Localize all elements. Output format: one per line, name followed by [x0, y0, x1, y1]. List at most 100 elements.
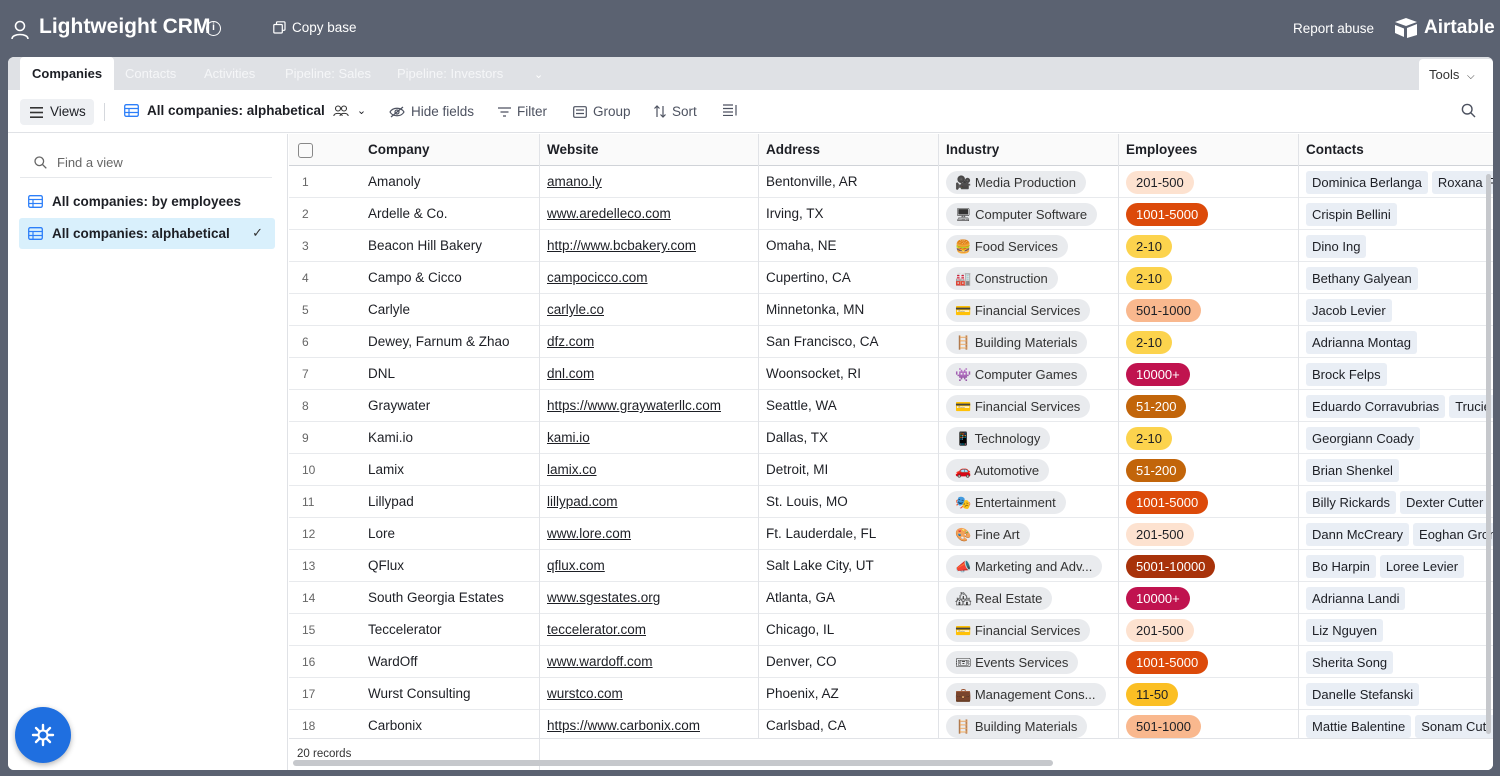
website-cell[interactable]: www.aredelleco.com: [547, 198, 671, 230]
website-link[interactable]: https://www.graywaterllc.com: [547, 398, 721, 413]
industry-cell[interactable]: 🎨 Fine Art: [946, 518, 1030, 550]
website-cell[interactable]: teccelerator.com: [547, 614, 646, 646]
company-cell[interactable]: Amanoly: [368, 166, 421, 198]
contact-chip[interactable]: Jacob Levier: [1306, 298, 1392, 322]
contact-chip[interactable]: Liz Nguyen: [1306, 618, 1384, 642]
website-link[interactable]: lillypad.com: [547, 494, 618, 509]
contacts-cell[interactable]: Eduardo Corravubrias Trucie: [1306, 390, 1493, 422]
industry-cell[interactable]: 🪜 Building Materials: [946, 326, 1088, 358]
contact-chip[interactable]: Dominica Berlanga: [1306, 170, 1428, 194]
employees-cell[interactable]: 1001-5000: [1126, 646, 1209, 678]
company-cell[interactable]: WardOff: [368, 646, 418, 678]
industry-cell[interactable]: 💳 Financial Services: [946, 294, 1091, 326]
select-all-checkbox[interactable]: [298, 143, 313, 158]
contacts-cell[interactable]: Brock Felps: [1306, 358, 1391, 390]
website-cell[interactable]: qflux.com: [547, 550, 605, 582]
company-cell[interactable]: Graywater: [368, 390, 430, 422]
industry-cell[interactable]: 📱 Technology: [946, 422, 1051, 454]
current-view-switcher[interactable]: All companies: alphabetical ⌄: [124, 103, 366, 118]
contact-chip[interactable]: Bo Harpin: [1306, 554, 1376, 578]
website-cell[interactable]: https://www.graywaterllc.com: [547, 390, 721, 422]
contacts-cell[interactable]: Dominica Berlanga Roxana F: [1306, 166, 1493, 198]
website-link[interactable]: qflux.com: [547, 558, 605, 573]
row-height-button[interactable]: [723, 104, 738, 116]
employees-cell[interactable]: 1001-5000: [1126, 198, 1209, 230]
contacts-cell[interactable]: Adrianna Montag: [1306, 326, 1421, 358]
address-cell[interactable]: Denver, CO: [766, 646, 837, 678]
group-button[interactable]: Group: [573, 104, 631, 119]
website-link[interactable]: teccelerator.com: [547, 622, 646, 637]
sort-button[interactable]: Sort: [654, 104, 697, 119]
address-cell[interactable]: Irving, TX: [766, 198, 824, 230]
website-link[interactable]: dnl.com: [547, 366, 594, 381]
contacts-cell[interactable]: Bethany Galyean: [1306, 262, 1422, 294]
table-row[interactable]: 2 Ardelle & Co. www.aredelleco.com Irving, …: [289, 198, 1493, 230]
address-cell[interactable]: Dallas, TX: [766, 422, 828, 454]
report-abuse-link[interactable]: Report abuse: [1293, 21, 1374, 36]
info-icon[interactable]: i: [206, 21, 221, 36]
employees-cell[interactable]: 2-10: [1126, 326, 1173, 358]
company-cell[interactable]: Teccelerator: [368, 614, 442, 646]
base-title[interactable]: Lightweight CRM: [39, 15, 210, 39]
website-cell[interactable]: wurstco.com: [547, 678, 623, 710]
employees-cell[interactable]: 2-10: [1126, 262, 1173, 294]
employees-cell[interactable]: 501-1000: [1126, 294, 1201, 326]
contacts-cell[interactable]: Crispin Bellini: [1306, 198, 1401, 230]
column-header-employees[interactable]: Employees: [1126, 134, 1197, 166]
table-row[interactable]: 8 Graywater https://www.graywaterllc.com Se…: [289, 390, 1493, 422]
address-cell[interactable]: Cupertino, CA: [766, 262, 851, 294]
website-cell[interactable]: carlyle.co: [547, 294, 604, 326]
address-cell[interactable]: St. Louis, MO: [766, 486, 848, 518]
industry-cell[interactable]: 🏭 Construction: [946, 262, 1058, 294]
industry-cell[interactable]: 🚗 Automotive: [946, 454, 1050, 486]
contact-chip[interactable]: Roxana F: [1431, 170, 1493, 194]
website-cell[interactable]: www.sgestates.org: [547, 582, 660, 614]
industry-cell[interactable]: 💳 Financial Services: [946, 390, 1091, 422]
website-link[interactable]: wurstco.com: [547, 686, 623, 701]
tab-activities[interactable]: Activities: [204, 57, 255, 90]
table-row[interactable]: 9 Kami.io kami.io Dallas, TX 📱 Technology 2-1…: [289, 422, 1493, 454]
industry-cell[interactable]: 📣 Marketing and Adv...: [946, 550, 1103, 582]
contact-chip[interactable]: Sonam Cutt: [1415, 714, 1493, 738]
table-row[interactable]: 17 Wurst Consulting wurstco.com Phoenix, AZ…: [289, 678, 1493, 710]
filter-button[interactable]: Filter: [498, 104, 547, 119]
sidebar-view-by-employees[interactable]: All companies: by employees: [19, 186, 275, 217]
website-cell[interactable]: kami.io: [547, 422, 590, 454]
website-link[interactable]: lamix.co: [547, 462, 597, 477]
hide-fields-button[interactable]: Hide fields: [389, 104, 474, 119]
website-cell[interactable]: lamix.co: [547, 454, 597, 486]
airtable-logo[interactable]: Airtable: [1393, 17, 1495, 39]
contact-chip[interactable]: Brock Felps: [1306, 362, 1387, 386]
company-cell[interactable]: Kami.io: [368, 422, 413, 454]
contact-chip[interactable]: Dino Ing: [1306, 234, 1367, 258]
website-link[interactable]: campocicco.com: [547, 270, 648, 285]
website-link[interactable]: http://www.bcbakery.com: [547, 238, 696, 253]
tools-menu[interactable]: Tools ⌵: [1419, 59, 1493, 90]
table-row[interactable]: 12 Lore www.lore.com Ft. Lauderdale, FL 🎨 Fi…: [289, 518, 1493, 550]
find-view-input[interactable]: Find a view: [20, 148, 272, 178]
industry-cell[interactable]: 🎟 Events Services: [946, 646, 1079, 678]
contact-chip[interactable]: Bethany Galyean: [1306, 266, 1418, 290]
column-header-address[interactable]: Address: [766, 134, 820, 166]
contacts-cell[interactable]: Adrianna Landi: [1306, 582, 1409, 614]
employees-cell[interactable]: 51-200: [1126, 454, 1187, 486]
contact-chip[interactable]: Billy Rickards: [1306, 490, 1397, 514]
website-link[interactable]: www.wardoff.com: [547, 654, 653, 669]
employees-cell[interactable]: 10000+: [1126, 582, 1190, 614]
employees-cell[interactable]: 201-500: [1126, 518, 1194, 550]
employees-cell[interactable]: 51-200: [1126, 390, 1187, 422]
copy-base-button[interactable]: Copy base: [273, 20, 357, 35]
contact-chip[interactable]: Dexter Cutter: [1400, 490, 1490, 514]
address-cell[interactable]: Detroit, MI: [766, 454, 828, 486]
employees-cell[interactable]: 10000+: [1126, 358, 1190, 390]
company-cell[interactable]: Ardelle & Co.: [368, 198, 448, 230]
contact-chip[interactable]: Brian Shenkel: [1306, 458, 1399, 482]
website-cell[interactable]: dfz.com: [547, 326, 594, 358]
table-row[interactable]: 3 Beacon Hill Bakery http://www.bcbakery.c…: [289, 230, 1493, 262]
employees-cell[interactable]: 1001-5000: [1126, 486, 1209, 518]
address-cell[interactable]: Phoenix, AZ: [766, 678, 839, 710]
contact-chip[interactable]: Dann McCreary: [1306, 522, 1410, 546]
contact-chip[interactable]: Mattie Balentine: [1306, 714, 1412, 738]
table-row[interactable]: 13 QFlux qflux.com Salt Lake City, UT 📣 Mark…: [289, 550, 1493, 582]
website-link[interactable]: carlyle.co: [547, 302, 604, 317]
